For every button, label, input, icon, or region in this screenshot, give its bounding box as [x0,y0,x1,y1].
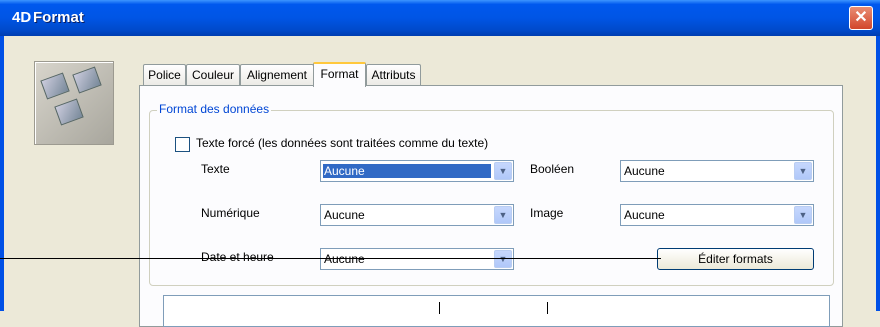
numerique-value: Aucune [324,208,365,222]
column-divider [439,302,440,314]
tab-format[interactable]: Format [313,62,366,87]
icon-tile [72,66,102,94]
group-legend: Format des données [157,102,272,116]
date-heure-select[interactable]: Aucune ▼ [320,248,514,270]
column-divider [547,302,548,314]
chevron-down-icon[interactable]: ▼ [794,162,812,180]
date-heure-value: Aucune [324,252,365,266]
booleen-select[interactable]: Aucune ▼ [620,160,814,182]
image-select[interactable]: Aucune ▼ [620,204,814,226]
texte-label: Texte [201,162,230,176]
icon-tile [54,98,84,126]
title-bar[interactable]: 4D Format ✕ [0,0,880,36]
booleen-label: Booléen [530,162,575,176]
image-label: Image [530,206,564,220]
window-title: Format [33,9,84,26]
image-value: Aucune [624,208,665,222]
app-logo-icon: 4D [12,9,32,26]
numerique-label: Numérique [201,206,260,220]
window-frame-right [876,36,880,311]
tab-alignement[interactable]: Alignement [240,64,314,85]
texte-value: Aucune [323,164,491,178]
tab-police[interactable]: Police [143,64,186,85]
texte-force-checkbox[interactable] [175,137,190,152]
pointer-line [0,258,661,259]
icon-tile [40,72,70,100]
editer-formats-button[interactable]: Éditer formats [657,248,814,270]
date-heure-label: Date et heure [201,250,274,264]
chevron-down-icon[interactable]: ▼ [494,250,512,268]
texte-force-label: Texte forcé (les données sont traitées c… [196,136,489,150]
tab-couleur[interactable]: Couleur [186,64,240,85]
numerique-select[interactable]: Aucune ▼ [320,204,514,226]
chevron-down-icon[interactable]: ▼ [494,206,512,224]
close-icon: ✕ [854,9,868,26]
chevron-down-icon[interactable]: ▼ [494,162,512,180]
texte-select[interactable]: Aucune ▼ [320,160,514,182]
close-button[interactable]: ✕ [849,6,873,30]
format-dialog-icon [34,61,114,145]
booleen-value: Aucune [624,164,665,178]
tab-attributs[interactable]: Attributs [366,64,421,85]
format-list[interactable] [163,295,830,327]
window: 4D Format ✕ Police Couleur Alignement Fo… [0,0,880,327]
chevron-down-icon[interactable]: ▼ [794,206,812,224]
